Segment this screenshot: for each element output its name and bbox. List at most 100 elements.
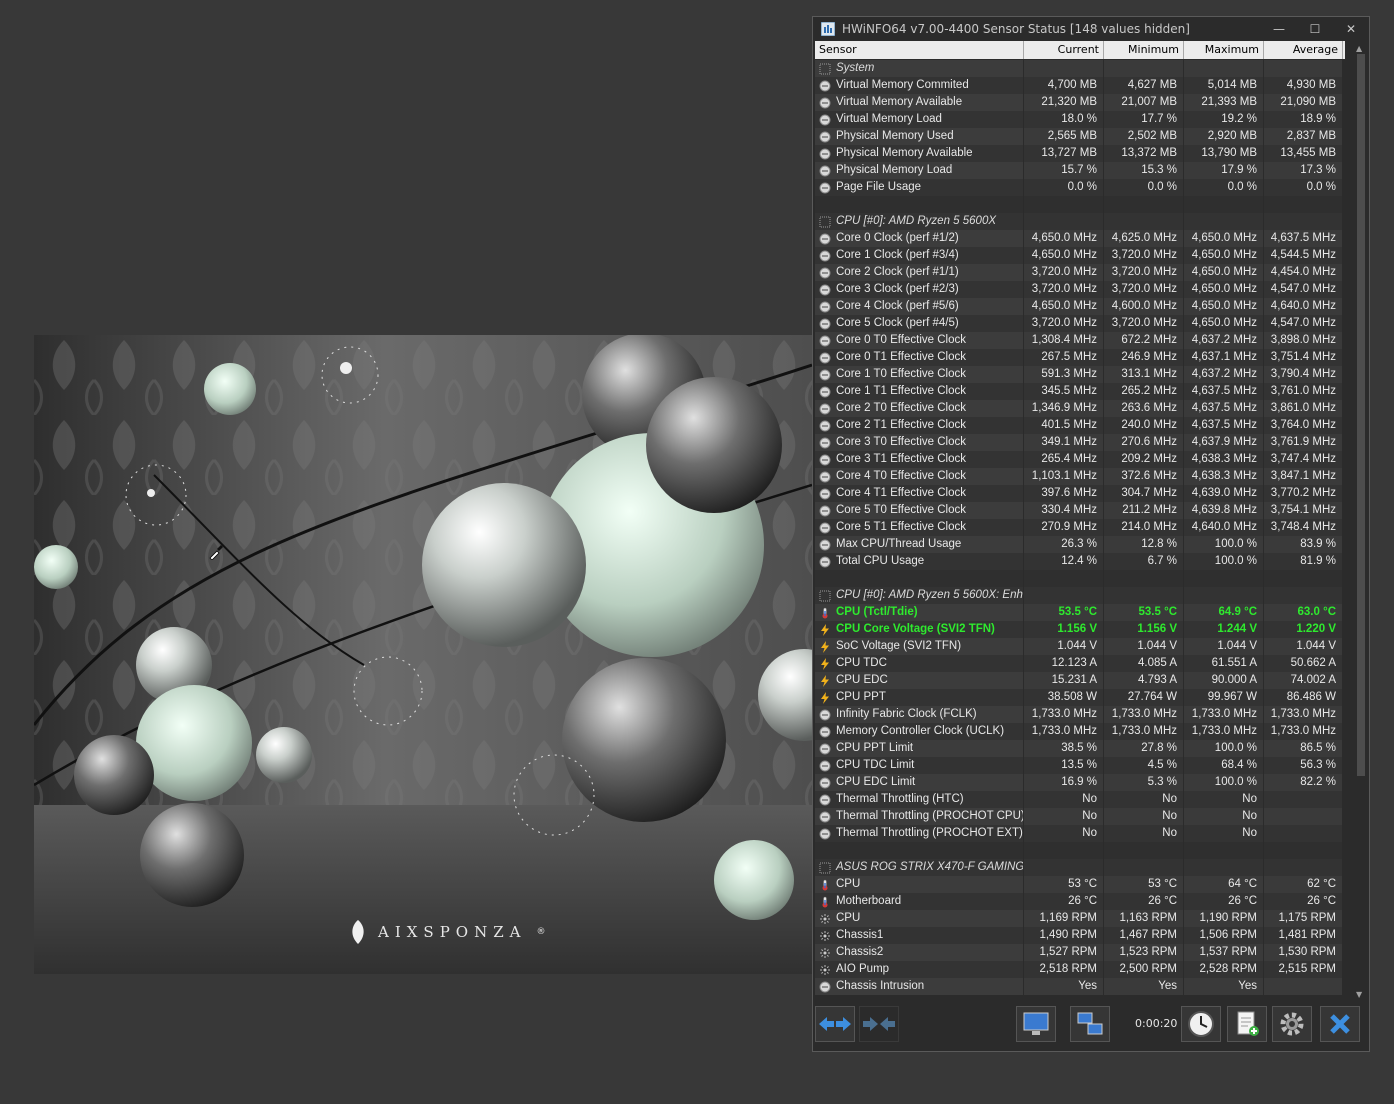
average-value: 2,515 RPM	[1264, 961, 1343, 978]
collapse-button[interactable]	[859, 1006, 899, 1042]
current-value: 16.9 %	[1024, 774, 1104, 791]
expand-button[interactable]	[815, 1006, 855, 1042]
sensor-group-row[interactable]: ASUS ROG STRIX X470-F GAMING (I...	[815, 859, 1345, 876]
table-row[interactable]: CPU PPT Limit 38.5 % 27.8 % 100.0 % 86.5 %	[815, 740, 1345, 757]
table-row[interactable]: SoC Voltage (SVI2 TFN) 1.044 V 1.044 V 1.04…	[815, 638, 1345, 655]
table-row[interactable]: Core 3 T1 Effective Clock 265.4 MHz 209.2 …	[815, 451, 1345, 468]
maximum-value: 4,637.5 MHz	[1184, 383, 1264, 400]
table-row[interactable]: Core 3 T0 Effective Clock 349.1 MHz 270.6 …	[815, 434, 1345, 451]
scroll-down-arrow-icon[interactable]: ▼	[1356, 990, 1362, 999]
table-row[interactable]: Core 5 T0 Effective Clock 330.4 MHz 211.2 …	[815, 502, 1345, 519]
current-value: No	[1024, 808, 1104, 825]
table-row[interactable]: Chassis1 1,490 RPM 1,467 RPM 1,506 RPM 1,481…	[815, 927, 1345, 944]
sensor-group-row[interactable]: System	[815, 60, 1345, 77]
table-row[interactable]: Core 0 Clock (perf #1/2) 4,650.0 MHz 4,625…	[815, 230, 1345, 247]
table-row[interactable]: CPU Core Voltage (SVI2 TFN) 1.156 V 1.156 …	[815, 621, 1345, 638]
clock-button[interactable]	[1181, 1006, 1221, 1042]
header-sensor[interactable]: Sensor	[815, 41, 1024, 59]
sensor-name-cell: SoC Voltage (SVI2 TFN)	[815, 638, 1024, 655]
sensor-name-cell: Core 0 Clock (perf #1/2)	[815, 230, 1024, 247]
table-row[interactable]: Physical Memory Used 2,565 MB 2,502 MB 2,92…	[815, 128, 1345, 145]
table-row[interactable]: Core 1 T0 Effective Clock 591.3 MHz 313.1 …	[815, 366, 1345, 383]
average-value: 18.9 %	[1264, 111, 1343, 128]
table-row[interactable]: Virtual Memory Load 18.0 % 17.7 % 19.2 % 18.…	[815, 111, 1345, 128]
table-row[interactable]: Core 5 Clock (perf #4/5) 3,720.0 MHz 3,720…	[815, 315, 1345, 332]
table-row[interactable]: Core 3 Clock (perf #2/3) 3,720.0 MHz 3,720…	[815, 281, 1345, 298]
table-row[interactable]: Core 0 T1 Effective Clock 267.5 MHz 246.9 …	[815, 349, 1345, 366]
table-row[interactable]: Core 4 Clock (perf #5/6) 4,650.0 MHz 4,600…	[815, 298, 1345, 315]
table-row[interactable]: Core 4 T1 Effective Clock 397.6 MHz 304.7 …	[815, 485, 1345, 502]
average-value: 1.044 V	[1264, 638, 1343, 655]
average-value: 3,764.0 MHz	[1264, 417, 1343, 434]
table-row[interactable]: CPU TDC Limit 13.5 % 4.5 % 68.4 % 56.3 %	[815, 757, 1345, 774]
table-row[interactable]: CPU PPT 38.508 W 27.764 W 99.967 W 86.486 W	[815, 689, 1345, 706]
table-row[interactable]: Core 2 T1 Effective Clock 401.5 MHz 240.0 …	[815, 417, 1345, 434]
table-row[interactable]: CPU 1,169 RPM 1,163 RPM 1,190 RPM 1,175 RPM	[815, 910, 1345, 927]
current-value: No	[1024, 791, 1104, 808]
maximum-value: 19.2 %	[1184, 111, 1264, 128]
maximum-value: 1,733.0 MHz	[1184, 723, 1264, 740]
sensor-group-row[interactable]: CPU [#0]: AMD Ryzen 5 5600X: Enh...	[815, 587, 1345, 604]
table-row[interactable]: Core 5 T1 Effective Clock 270.9 MHz 214.0 …	[815, 519, 1345, 536]
table-row[interactable]: Physical Memory Available 13,727 MB 13,372…	[815, 145, 1345, 162]
table-row[interactable]: CPU TDC 12.123 A 4.085 A 61.551 A 50.662 A	[815, 655, 1345, 672]
table-row[interactable]: Core 2 T0 Effective Clock 1,346.9 MHz 263.…	[815, 400, 1345, 417]
scrollbar-thumb[interactable]	[1357, 54, 1365, 776]
table-row[interactable]: Core 4 T0 Effective Clock 1,103.1 MHz 372.…	[815, 468, 1345, 485]
sensor-label: Thermal Throttling (PROCHOT CPU)	[836, 810, 1024, 822]
sensor-name-cell: Chassis Intrusion	[815, 978, 1024, 995]
table-row[interactable]: Core 1 T1 Effective Clock 345.5 MHz 265.2 …	[815, 383, 1345, 400]
close-window-button[interactable]: ✕	[1333, 17, 1369, 41]
table-row[interactable]: Physical Memory Load 15.7 % 15.3 % 17.9 % 17…	[815, 162, 1345, 179]
current-value: 53 °C	[1024, 876, 1104, 893]
monitor-button[interactable]	[1016, 1006, 1056, 1042]
header-maximum[interactable]: Maximum	[1184, 41, 1264, 59]
add-report-button[interactable]	[1227, 1006, 1267, 1042]
sensor-label: Virtual Memory Load	[836, 113, 942, 125]
table-row[interactable]: Max CPU/Thread Usage 26.3 % 12.8 % 100.0 % 8…	[815, 536, 1345, 553]
bolt-icon	[819, 674, 831, 687]
average-value: 3,861.0 MHz	[1264, 400, 1343, 417]
table-row[interactable]: Virtual Memory Available 21,320 MB 21,007 …	[815, 94, 1345, 111]
header-average[interactable]: Average	[1264, 41, 1343, 59]
close-sensors-button[interactable]	[1320, 1006, 1360, 1042]
scroll-up-arrow-icon[interactable]: ▲	[1356, 44, 1362, 53]
table-row[interactable]: Core 0 T0 Effective Clock 1,308.4 MHz 672.…	[815, 332, 1345, 349]
table-row[interactable]: Chassis Intrusion Yes Yes Yes	[815, 978, 1345, 995]
table-row[interactable]: Core 2 Clock (perf #1/1) 3,720.0 MHz 3,720…	[815, 264, 1345, 281]
header-current[interactable]: Current	[1024, 41, 1104, 59]
table-row[interactable]: CPU EDC 15.231 A 4.793 A 90.000 A 74.002 A	[815, 672, 1345, 689]
table-row[interactable]: Motherboard 26 °C 26 °C 26 °C 26 °C	[815, 893, 1345, 910]
maximum-value: 64 °C	[1184, 876, 1264, 893]
current-value: 591.3 MHz	[1024, 366, 1104, 383]
table-row[interactable]: CPU 53 °C 53 °C 64 °C 62 °C	[815, 876, 1345, 893]
network-button[interactable]	[1070, 1006, 1110, 1042]
table-row[interactable]: CPU EDC Limit 16.9 % 5.3 % 100.0 % 82.2 %	[815, 774, 1345, 791]
table-row[interactable]: Chassis2 1,527 RPM 1,523 RPM 1,537 RPM 1,530…	[815, 944, 1345, 961]
table-row[interactable]: Thermal Throttling (HTC) No No No	[815, 791, 1345, 808]
sensor-label: Core 3 Clock (perf #2/3)	[836, 283, 959, 295]
table-row[interactable]: Infinity Fabric Clock (FCLK) 1,733.0 MHz 1…	[815, 706, 1345, 723]
title-bar[interactable]: HWiNFO64 v7.00-4400 Sensor Status [148 v…	[813, 17, 1369, 41]
table-row[interactable]: Memory Controller Clock (UCLK) 1,733.0 MH…	[815, 723, 1345, 740]
table-row[interactable]: CPU (Tctl/Tdie) 53.5 °C 53.5 °C 64.9 °C 63.0…	[815, 604, 1345, 621]
sensor-name-cell: Core 4 T0 Effective Clock	[815, 468, 1024, 485]
table-row[interactable]: Page File Usage 0.0 % 0.0 % 0.0 % 0.0 %	[815, 179, 1345, 196]
header-minimum[interactable]: Minimum	[1104, 41, 1184, 59]
average-value: 3,761.0 MHz	[1264, 383, 1343, 400]
vertical-scrollbar[interactable]: ▲ ▼	[1354, 44, 1368, 999]
minimize-button[interactable]: —	[1261, 17, 1297, 41]
table-row[interactable]: Thermal Throttling (PROCHOT EXT) No No No	[815, 825, 1345, 842]
maximize-button[interactable]: ☐	[1297, 17, 1333, 41]
settings-button[interactable]	[1272, 1006, 1312, 1042]
table-row[interactable]: AIO Pump 2,518 RPM 2,500 RPM 2,528 RPM 2,515…	[815, 961, 1345, 978]
table-row[interactable]: Thermal Throttling (PROCHOT CPU) No No No	[815, 808, 1345, 825]
average-value: 4,637.5 MHz	[1264, 230, 1343, 247]
table-row[interactable]: Core 1 Clock (perf #3/4) 4,650.0 MHz 3,720…	[815, 247, 1345, 264]
table-row[interactable]: Total CPU Usage 12.4 % 6.7 % 100.0 % 81.9 %	[815, 553, 1345, 570]
table-row[interactable]: Virtual Memory Commited 4,700 MB 4,627 MB 5…	[815, 77, 1345, 94]
sensor-name-cell: CPU [#0]: AMD Ryzen 5 5600X: Enh...	[815, 587, 1024, 604]
sensor-name-cell: Core 2 T0 Effective Clock	[815, 400, 1024, 417]
sensor-group-row[interactable]: CPU [#0]: AMD Ryzen 5 5600X	[815, 213, 1345, 230]
average-value: 4,547.0 MHz	[1264, 281, 1343, 298]
